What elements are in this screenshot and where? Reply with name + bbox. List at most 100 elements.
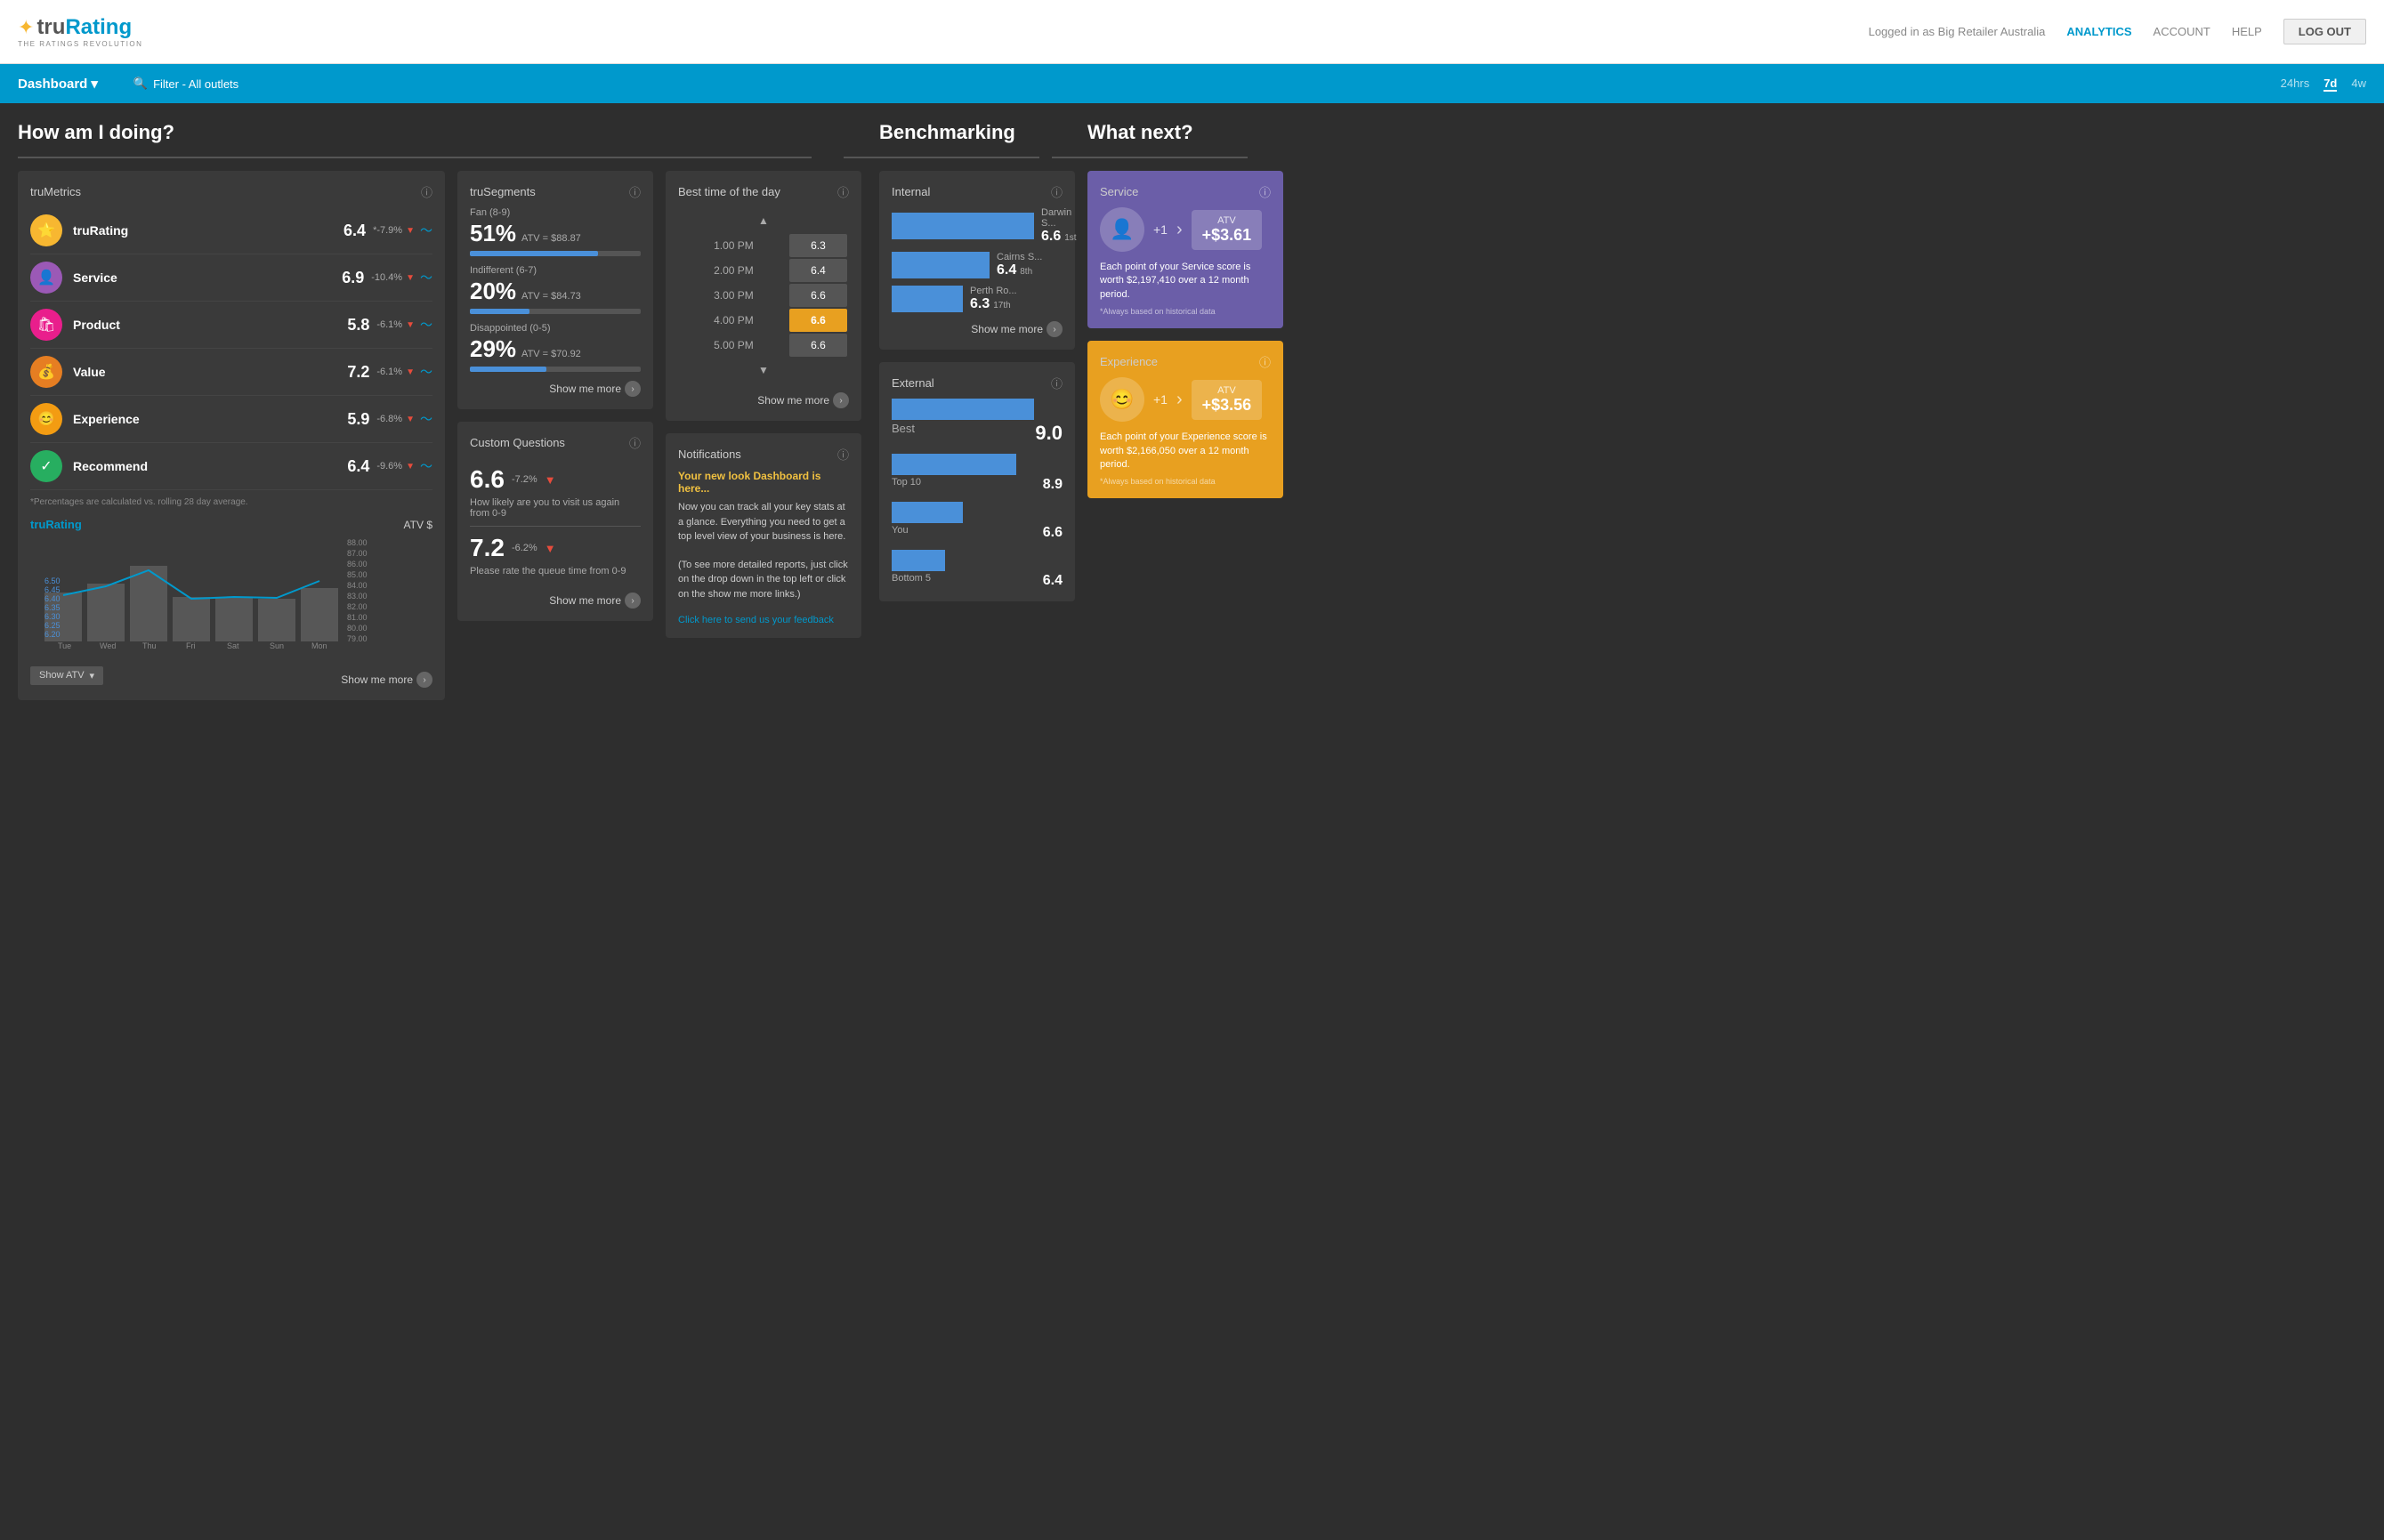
experience-arrow-icon: ▼ [406,415,415,424]
logo-tru: tru [36,15,65,39]
external-info-icon[interactable]: ⓘ [1051,375,1063,391]
benchmarking-column: Internal ⓘ Darwin S... 6.6 1st [879,171,1075,601]
svg-text:Mon: Mon [311,641,327,650]
metric-row-trurating: ⭐ truRating 6.4 *-7.9% ▼ 〜 [30,207,432,254]
middle-columns: truSegments ⓘ Fan (8-9) 51% ATV = $88.87 [457,171,867,638]
benchmarking-title: Benchmarking [879,121,1075,144]
dashboard-button[interactable]: Dashboard ▾ [18,76,98,92]
show-more-segments[interactable]: Show me more › [470,381,641,397]
ext-label-bottom5: Bottom 5 [892,573,931,589]
show-more-internal[interactable]: Show me more › [892,321,1063,337]
besttime-notifications-column: Best time of the day ⓘ ▲ 1.00 PM 6.3 [666,171,861,638]
besttime-header: Best time of the day ⓘ [678,183,849,200]
product-trend-icon: 〜 [420,316,432,334]
svg-text:6.40: 6.40 [44,594,61,603]
trumetrics-info-icon[interactable]: ⓘ [421,183,432,200]
custom-questions-info-icon[interactable]: ⓘ [629,434,641,451]
chart-atv-label: ATV $ [404,519,432,531]
score-5: 6.6 [789,334,847,357]
dropdown-icon: ▾ [90,670,95,681]
logo-star-icon: ✦ [18,16,34,39]
fan-row: 51% ATV = $88.87 [470,220,641,247]
filter-button[interactable]: 🔍 Filter - All outlets [133,77,238,91]
internal-info-1: Darwin S... 6.6 1st [1041,207,1077,245]
whatnext-column: Service ⓘ 👤 +1 › ATV +$3.61 Ea [1087,171,1283,498]
service-whatnext-card: Service ⓘ 👤 +1 › ATV +$3.61 Ea [1087,171,1283,328]
segment-fan: Fan (8-9) 51% ATV = $88.87 [470,207,641,256]
cq1-change: -7.2% [512,474,537,485]
logout-button[interactable]: LOG OUT [2283,19,2366,44]
time-nav-up[interactable]: ▲ [680,209,847,232]
nav-analytics[interactable]: ANALYTICS [2066,25,2131,38]
experience-whatnext-header: Experience ⓘ [1100,353,1271,370]
besttime-info-icon[interactable]: ⓘ [837,183,849,200]
show-more-cq[interactable]: Show me more › [470,593,641,609]
trurating-icon: ⭐ [30,214,62,246]
logged-in-label: Logged in as Big Retailer Australia [1869,25,2046,38]
time-nav-down[interactable]: ▼ [680,359,847,382]
nav-account[interactable]: ACCOUNT [2154,25,2210,38]
experience-whatnext-info-icon[interactable]: ⓘ [1259,353,1271,370]
svg-text:6.30: 6.30 [44,612,61,621]
disappointed-atv: ATV = $70.92 [521,349,581,359]
notif-body2: (To see more detailed reports, just clic… [678,558,849,602]
disappointed-bar-fill [470,367,546,372]
time-4w[interactable]: 4w [2351,77,2366,92]
disappointed-pct: 29% [470,335,516,363]
ext-bar-you [892,502,963,523]
trusegments-info-icon[interactable]: ⓘ [629,183,641,200]
internal-info-icon[interactable]: ⓘ [1051,183,1063,200]
show-more-besttime[interactable]: Show me more › [678,392,849,408]
internal-rank-2: 8th [1020,267,1032,277]
ext-bar-best [892,399,1034,420]
svg-text:Thu: Thu [142,641,157,650]
svg-text:Sun: Sun [270,641,284,650]
indifferent-row: 20% ATV = $84.73 [470,278,641,305]
feedback-link[interactable]: Click here to send us your feedback [678,615,849,625]
cq1-score: 6.6 [470,465,505,494]
notifications-info-icon[interactable]: ⓘ [837,446,849,463]
experience-name: Experience [73,412,347,426]
time-4: 4.00 PM [680,309,788,332]
ext-label-you: You [892,525,909,541]
trurating-score: 6.4 [343,222,366,240]
score-1: 6.3 [789,234,847,257]
chart-label: truRating [30,518,82,531]
trumetrics-card: truMetrics ⓘ ⭐ truRating 6.4 *-7.9% ▼ 〜 … [18,171,445,700]
internal-score-3: 6.3 [970,296,990,312]
time-filters: 24hrs 7d 4w [2281,77,2366,92]
experience-arrow-icon: › [1176,390,1183,410]
show-atv-button[interactable]: Show ATV ▾ [30,666,103,685]
disappointed-bar [470,367,641,372]
product-change: -6.1% [376,319,402,330]
custom-questions-header: Custom Questions ⓘ [470,434,641,451]
nav-help[interactable]: HELP [2232,25,2262,38]
experience-icon-area: 😊 +1 › ATV +$3.56 [1100,377,1271,422]
time-row-4: 4.00 PM 6.6 [680,309,847,332]
value-icon: 💰 [30,356,62,388]
notifications-card: Notifications ⓘ Your new look Dashboard … [666,433,861,638]
time-24h[interactable]: 24hrs [2281,77,2310,92]
custom-questions-card: Custom Questions ⓘ 6.6 -7.2% ▼ How likel… [457,422,653,621]
cq2-question: Please rate the queue time from 0-9 [470,566,641,576]
cards-row: truMetrics ⓘ ⭐ truRating 6.4 *-7.9% ▼ 〜 … [18,171,2366,700]
service-whatnext-info-icon[interactable]: ⓘ [1259,183,1271,200]
ext-label-best: Best [892,422,915,445]
internal-name-2: Cairns S... [997,252,1042,262]
time-7d[interactable]: 7d [2323,77,2337,92]
show-more-metrics[interactable]: Show me more › [341,672,432,688]
metric-row-experience: 😊 Experience 5.9 -6.8% ▼ 〜 [30,396,432,443]
recommend-trend-icon: 〜 [420,457,432,475]
fan-pct: 51% [470,220,516,247]
metric-note: *Percentages are calculated vs. rolling … [30,497,432,507]
cq2-arrow-icon: ▼ [545,542,556,555]
service-icon-area: 👤 +1 › ATV +$3.61 [1100,207,1271,252]
service-atv-label: ATV [1202,215,1252,226]
chevron-down-icon: ▾ [91,76,98,92]
chart-container: 88.00 87.00 86.00 85.00 84.00 83.00 82.0… [30,535,432,659]
cq-item-2: 7.2 -6.2% ▼ Please rate the queue time f… [470,527,641,584]
header-nav: Logged in as Big Retailer Australia ANAL… [1869,19,2366,44]
service-whatnext-title: Service [1100,185,1138,198]
product-name: Product [73,318,347,332]
ext-row-bottom5: Bottom 5 6.4 [892,550,1063,589]
